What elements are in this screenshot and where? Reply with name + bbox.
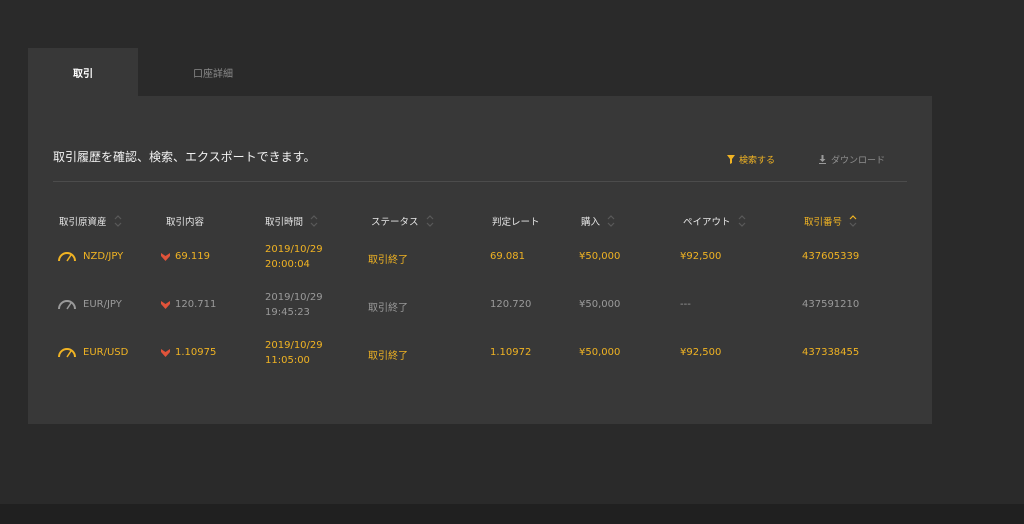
sort-icon bbox=[310, 215, 318, 227]
trade-history-panel: 取引履歴を確認、検索、エクスポートできます。 検索する ダウンロード 取引原資産… bbox=[28, 96, 932, 424]
sort-icon bbox=[738, 215, 745, 227]
column-header-rate: 判定レート bbox=[492, 217, 540, 228]
download-button[interactable]: ダウンロード bbox=[818, 153, 885, 166]
asset-cell: EUR/USD bbox=[57, 346, 128, 358]
price-cell: 69.119 bbox=[161, 251, 210, 262]
trade-id-cell: 437605339 bbox=[802, 251, 860, 262]
status-cell: 取引終了 bbox=[368, 255, 408, 266]
tab-bar: 取引 口座詳細 bbox=[28, 48, 288, 96]
status-cell: 取引終了 bbox=[368, 351, 408, 362]
trade-id-cell: 437591210 bbox=[802, 299, 860, 310]
asset-cell: EUR/JPY bbox=[57, 298, 122, 310]
column-header-trade: 取引内容 bbox=[166, 217, 205, 228]
down-arrow-icon bbox=[161, 300, 170, 309]
rate-cell: 120.720 bbox=[490, 299, 532, 310]
purchase-cell: ¥50,000 bbox=[579, 299, 621, 310]
down-arrow-icon bbox=[161, 348, 170, 357]
tab-trades[interactable]: 取引 bbox=[28, 48, 138, 96]
gauge-icon bbox=[58, 252, 76, 262]
price-cell: 120.711 bbox=[161, 299, 216, 310]
column-header-time[interactable]: 取引時間 bbox=[265, 214, 319, 228]
purchase-cell: ¥50,000 bbox=[579, 347, 621, 358]
sort-icon bbox=[114, 215, 121, 227]
time-cell: 2019/10/29 19:45:23 bbox=[265, 292, 323, 318]
gauge-icon bbox=[58, 300, 76, 310]
status-cell: 取引終了 bbox=[368, 303, 408, 314]
column-header-trade-id[interactable]: 取引番号 bbox=[804, 214, 858, 228]
trade-id-cell: 437338455 bbox=[802, 347, 860, 358]
download-label: ダウンロード bbox=[831, 156, 886, 166]
time-cell: 2019/10/29 20:00:04 bbox=[265, 244, 323, 270]
search-label: 検索する bbox=[739, 156, 776, 166]
download-icon bbox=[819, 155, 826, 164]
sort-icon bbox=[607, 215, 615, 227]
sort-asc-icon bbox=[849, 215, 857, 227]
gauge-icon bbox=[58, 348, 76, 358]
asset-cell: NZD/JPY bbox=[57, 250, 123, 262]
sort-icon bbox=[426, 215, 433, 227]
payout-cell: --- bbox=[680, 299, 691, 310]
down-arrow-icon bbox=[161, 252, 170, 261]
column-header-status[interactable]: ステータス bbox=[371, 214, 435, 228]
payout-cell: ¥92,500 bbox=[680, 347, 722, 358]
filter-icon bbox=[727, 155, 735, 164]
time-cell: 2019/10/29 11:05:00 bbox=[265, 340, 323, 366]
column-header-payout[interactable]: ペイアウト bbox=[683, 214, 747, 228]
price-cell: 1.10975 bbox=[161, 347, 216, 358]
page-description: 取引履歴を確認、検索、エクスポートできます。 bbox=[53, 150, 316, 164]
purchase-cell: ¥50,000 bbox=[579, 251, 621, 262]
column-header-purchase[interactable]: 購入 bbox=[581, 214, 616, 228]
tab-account-details[interactable]: 口座詳細 bbox=[138, 48, 288, 96]
rate-cell: 69.081 bbox=[490, 251, 525, 262]
payout-cell: ¥92,500 bbox=[680, 251, 722, 262]
search-button[interactable]: 検索する bbox=[727, 153, 775, 166]
divider bbox=[53, 181, 907, 182]
column-header-asset[interactable]: 取引原資産 bbox=[59, 214, 123, 228]
footer-bar bbox=[0, 504, 1024, 524]
rate-cell: 1.10972 bbox=[490, 347, 532, 358]
